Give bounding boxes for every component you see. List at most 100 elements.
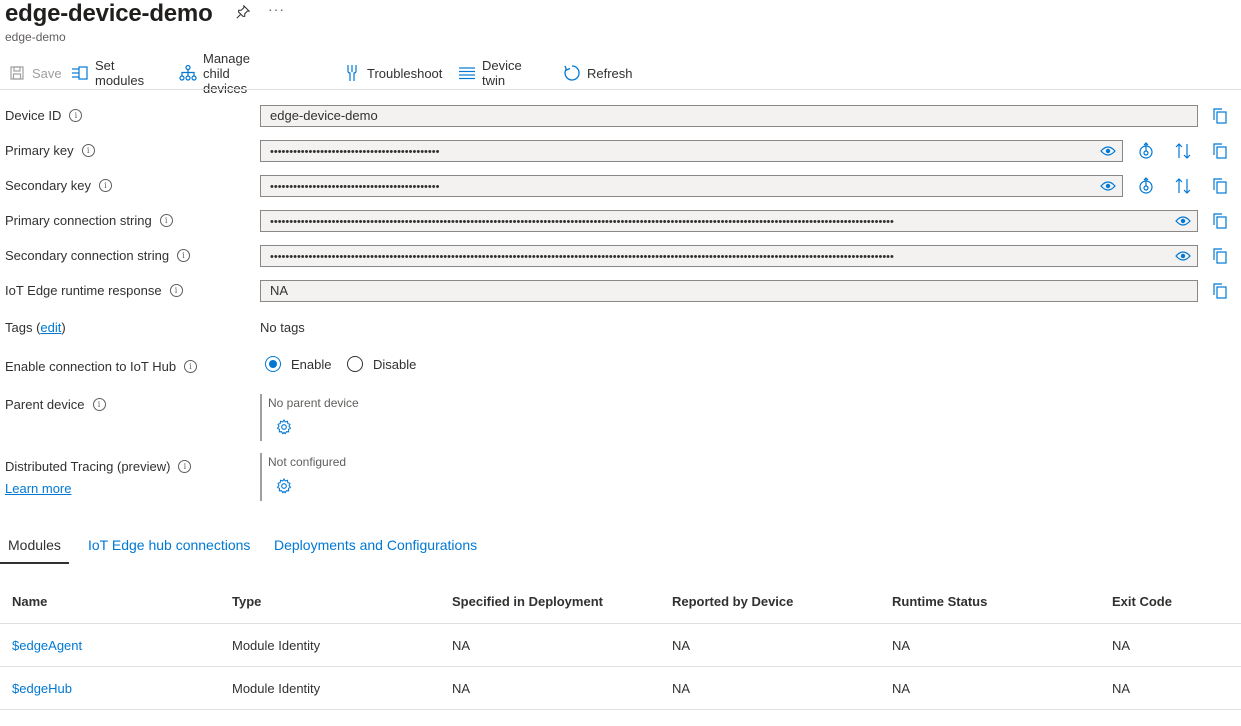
copy-icon[interactable] — [1211, 177, 1229, 195]
page-title: edge-device-demo — [5, 0, 213, 27]
primary-key-field[interactable]: ••••••••••••••••••••••••••••••••••••••••… — [260, 140, 1123, 162]
save-button[interactable]: Save — [8, 64, 62, 82]
runtime-status-cell: NA — [880, 623, 1100, 667]
tags-label: Tags (edit) — [5, 320, 66, 335]
regenerate-key-icon[interactable] — [1137, 142, 1155, 160]
module-name-link[interactable]: $edgeAgent — [12, 638, 82, 653]
troubleshoot-icon — [343, 64, 361, 82]
primary-connection-string-field[interactable]: ••••••••••••••••••••••••••••••••••••••••… — [260, 210, 1198, 232]
info-icon[interactable]: i — [184, 360, 198, 373]
specified-in-deployment-cell: NA — [440, 623, 660, 667]
device-id-field[interactable]: edge-device-demo — [260, 105, 1198, 127]
tab-iot-edge-hub-connections[interactable]: IoT Edge hub connections — [88, 530, 250, 562]
distributed-tracing-label: Distributed Tracing (preview) i — [5, 459, 192, 474]
parent-device-value: No parent device — [268, 396, 359, 410]
copy-icon[interactable] — [1211, 142, 1229, 160]
device-id-label: Device ID i — [5, 108, 83, 123]
parent-device-label: Parent device i — [5, 397, 106, 412]
toolbar-divider — [0, 89, 1241, 90]
eye-icon[interactable] — [1175, 250, 1191, 262]
primary-key-label-text: Primary key — [5, 143, 74, 158]
gear-icon[interactable] — [275, 418, 293, 436]
secondary-key-field[interactable]: ••••••••••••••••••••••••••••••••••••••••… — [260, 175, 1123, 197]
list-icon — [458, 64, 476, 82]
distributed-tracing-value: Not configured — [268, 455, 347, 469]
eye-icon[interactable] — [1100, 145, 1116, 157]
reported-by-device-cell: NA — [660, 623, 880, 667]
info-icon[interactable]: i — [92, 398, 106, 411]
column-header-runtime-status[interactable]: Runtime Status — [880, 580, 1100, 624]
copy-icon[interactable] — [1211, 212, 1229, 230]
secondary-key-label-text: Secondary key — [5, 178, 91, 193]
enable-connection-label-text: Enable connection to IoT Hub — [5, 359, 177, 374]
copy-icon[interactable] — [1211, 107, 1229, 125]
info-icon[interactable]: i — [69, 109, 83, 122]
exit-code-cell: NA — [1100, 623, 1241, 667]
device-twin-label: Device twin — [482, 58, 522, 88]
specified-in-deployment-cell: NA — [440, 666, 660, 710]
primary-connection-string-label-text: Primary connection string — [5, 213, 152, 228]
copy-icon[interactable] — [1211, 247, 1229, 265]
module-name-link[interactable]: $edgeHub — [12, 681, 72, 696]
tab-modules[interactable]: Modules — [0, 530, 69, 564]
save-label: Save — [32, 65, 62, 81]
troubleshoot-button[interactable]: Troubleshoot — [343, 64, 442, 82]
gear-icon[interactable] — [275, 477, 293, 495]
info-icon[interactable]: i — [169, 284, 183, 297]
tab-deployments-and-configurations[interactable]: Deployments and Configurations — [274, 530, 477, 562]
runtime-status-cell: NA — [880, 666, 1100, 710]
device-id-label-text: Device ID — [5, 108, 62, 123]
eye-icon[interactable] — [1100, 180, 1116, 192]
secondary-connection-string-label-text: Secondary connection string — [5, 248, 170, 263]
refresh-label: Refresh — [587, 65, 633, 81]
column-header-specified-in-deployment[interactable]: Specified in Deployment — [440, 580, 660, 624]
primary-connection-string-value: ••••••••••••••••••••••••••••••••••••••••… — [270, 216, 894, 228]
enable-radio-label: Enable — [291, 356, 332, 372]
device-twin-button[interactable]: Device twin — [458, 58, 522, 88]
save-icon — [8, 64, 26, 82]
column-header-exit-code[interactable]: Exit Code — [1100, 580, 1241, 624]
reported-by-device-cell: NA — [660, 666, 880, 710]
secondary-connection-string-field[interactable]: ••••••••••••••••••••••••••••••••••••••••… — [260, 245, 1198, 267]
swap-keys-icon[interactable] — [1174, 142, 1192, 160]
refresh-icon — [563, 64, 581, 82]
disable-radio-label: Disable — [373, 356, 417, 372]
info-icon[interactable]: i — [159, 214, 173, 227]
secondary-key-label: Secondary key i — [5, 178, 112, 193]
secondary-connection-string-value: ••••••••••••••••••••••••••••••••••••••••… — [270, 251, 894, 263]
info-icon[interactable]: i — [99, 179, 112, 192]
tags-label-text: Tags ( — [5, 320, 41, 335]
hierarchy-icon — [179, 64, 197, 82]
module-type-cell: Module Identity — [220, 623, 440, 667]
exit-code-cell: NA — [1100, 666, 1241, 710]
primary-key-value: ••••••••••••••••••••••••••••••••••••••••… — [270, 146, 440, 158]
info-icon[interactable]: i — [178, 460, 192, 473]
enable-radio[interactable]: Enable — [265, 356, 331, 372]
set-modules-button[interactable]: Set modules — [71, 58, 144, 88]
disable-radio[interactable]: Disable — [347, 356, 416, 372]
tags-label-suffix: ) — [61, 320, 66, 335]
column-header-type[interactable]: Type — [220, 580, 440, 624]
primary-connection-string-label: Primary connection string i — [5, 213, 173, 228]
column-header-reported-by-device[interactable]: Reported by Device — [660, 580, 880, 624]
info-icon[interactable]: i — [177, 249, 191, 262]
set-modules-label: Set modules — [95, 58, 145, 88]
info-icon[interactable]: i — [81, 144, 95, 157]
column-header-name[interactable]: Name — [0, 580, 220, 624]
device-id-value: edge-device-demo — [270, 108, 378, 123]
tracing-divider — [260, 453, 262, 501]
refresh-button[interactable]: Refresh — [563, 64, 633, 82]
enable-connection-label: Enable connection to IoT Hub i — [5, 359, 198, 374]
edit-tags-link[interactable]: edit — [40, 320, 61, 335]
runtime-response-field[interactable]: NA — [260, 280, 1198, 302]
regenerate-key-icon[interactable] — [1137, 177, 1155, 195]
pin-icon[interactable] — [236, 5, 250, 19]
swap-keys-icon[interactable] — [1174, 177, 1192, 195]
secondary-connection-string-label: Secondary connection string i — [5, 248, 191, 263]
modules-icon — [71, 64, 89, 82]
more-options-icon[interactable]: ··· — [268, 1, 285, 17]
eye-icon[interactable] — [1175, 215, 1191, 227]
learn-more-link[interactable]: Learn more — [5, 481, 71, 496]
copy-icon[interactable] — [1211, 282, 1229, 300]
runtime-response-label-text: IoT Edge runtime response — [5, 283, 162, 298]
